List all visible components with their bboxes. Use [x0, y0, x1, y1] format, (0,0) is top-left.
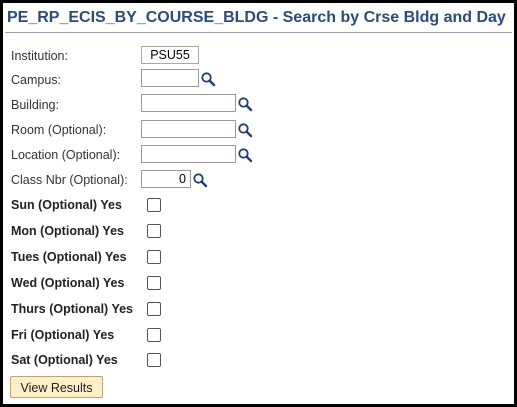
search-page-frame: PE_RP_ECIS_BY_COURSE_BLDG - Search by Cr… — [0, 0, 517, 407]
location-input[interactable] — [141, 145, 236, 163]
building-label: Building: — [11, 98, 59, 112]
campus-input[interactable] — [141, 69, 199, 87]
building-input[interactable] — [141, 94, 236, 112]
sun-checkbox[interactable] — [147, 198, 161, 212]
tues-checkbox[interactable] — [147, 250, 161, 264]
room-input[interactable] — [141, 120, 236, 138]
tues-label: Tues (Optional) Yes — [11, 250, 127, 264]
thurs-checkbox[interactable] — [147, 302, 161, 316]
fri-checkbox[interactable] — [147, 328, 161, 342]
class-nbr-input[interactable] — [141, 170, 191, 188]
room-label: Room (Optional): — [11, 123, 107, 137]
campus-label: Campus: — [11, 73, 62, 87]
page-title: PE_RP_ECIS_BY_COURSE_BLDG - Search by Cr… — [7, 9, 506, 26]
location-label: Location (Optional): — [11, 148, 121, 162]
sat-label: Sat (Optional) Yes — [11, 353, 118, 367]
location-lookup-icon[interactable] — [237, 147, 253, 163]
sun-label: Sun (Optional) Yes — [11, 198, 122, 212]
wed-label: Wed (Optional) Yes — [11, 276, 125, 290]
class-nbr-label: Class Nbr (Optional): — [11, 173, 128, 187]
fri-label: Fri (Optional) Yes — [11, 328, 115, 342]
view-results-button[interactable]: View Results — [10, 376, 103, 398]
wed-checkbox[interactable] — [147, 276, 161, 290]
thurs-label: Thurs (Optional) Yes — [11, 302, 134, 316]
institution-label: Institution: — [11, 49, 68, 63]
room-lookup-icon[interactable] — [237, 122, 253, 138]
campus-lookup-icon[interactable] — [200, 71, 216, 87]
building-lookup-icon[interactable] — [237, 96, 253, 112]
mon-label: Mon (Optional) Yes — [11, 224, 124, 238]
class-nbr-lookup-icon[interactable] — [192, 172, 208, 188]
sat-checkbox[interactable] — [147, 353, 161, 367]
title-divider — [5, 32, 512, 33]
institution-value: PSU55 — [141, 46, 199, 64]
mon-checkbox[interactable] — [147, 224, 161, 238]
